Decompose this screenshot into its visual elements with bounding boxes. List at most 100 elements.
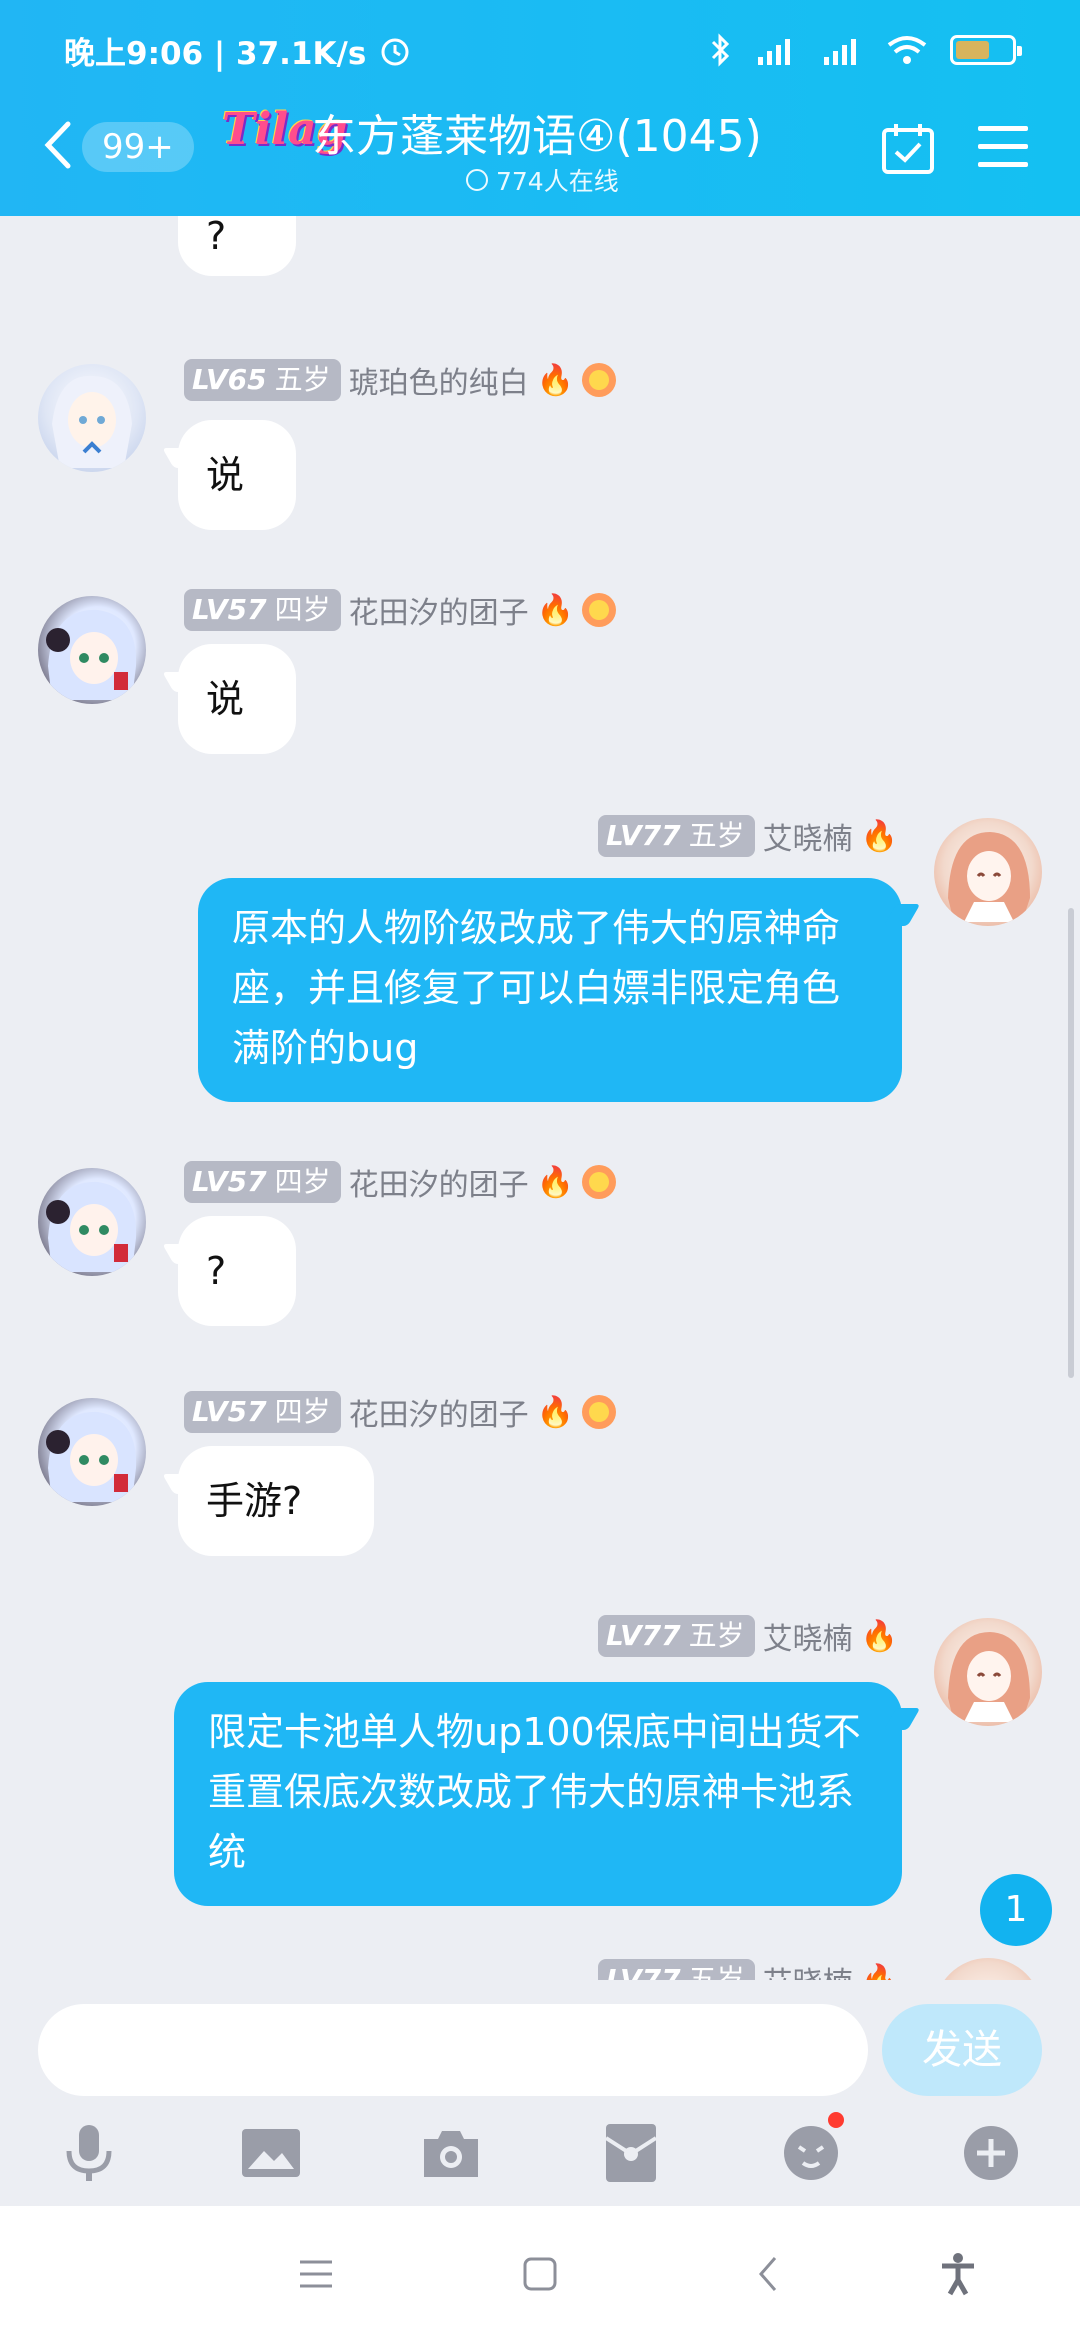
- message-bubble[interactable]: 说: [178, 420, 296, 530]
- avatar[interactable]: [934, 818, 1042, 926]
- status-time-speed: 晚上9:06 | 37.1K/s: [64, 35, 367, 72]
- sender-name[interactable]: 艾晓楠: [763, 814, 853, 858]
- message-bubble[interactable]: 手游?: [178, 1446, 374, 1556]
- avatar-image: [948, 1632, 1030, 1722]
- message-item: LV77 五岁 艾晓楠 🔥 原本的人物阶级改成了伟大的原神命座，并且修复了可以白嫖…: [0, 798, 1080, 1118]
- message-bubble[interactable]: 原本的人物阶级改成了伟大的原神命座，并且修复了可以白嫖非限定角色满阶的bug: [198, 878, 902, 1102]
- level-badge: LV77 五岁: [598, 1959, 755, 1980]
- message-text: 说: [206, 453, 245, 497]
- new-message-badge[interactable]: 1: [980, 1874, 1052, 1946]
- avatar[interactable]: [38, 596, 146, 704]
- message-bubble[interactable]: 说: [178, 644, 296, 754]
- image-icon[interactable]: [236, 2118, 306, 2188]
- avatar-image: [948, 832, 1030, 922]
- message-item: LV57 四岁 花田汐的团子 🔥 说: [0, 568, 1080, 768]
- smile-flower-icon: [582, 1165, 616, 1199]
- signal-icon: [758, 39, 790, 65]
- avatar[interactable]: [38, 1168, 146, 1276]
- sender-name[interactable]: 艾晓楠: [763, 1614, 853, 1658]
- sender-name[interactable]: 花田汐的团子: [349, 1160, 529, 1204]
- message-bubble[interactable]: 限定卡池单人物up100保底中间出货不重置保底次数改成了伟大的原神卡池系统: [174, 1682, 902, 1906]
- message-meta: LV57 四岁 花田汐的团子 🔥: [184, 588, 616, 632]
- message-text: 说: [206, 677, 245, 721]
- calendar-check-icon[interactable]: [880, 120, 936, 176]
- avatar[interactable]: [934, 1958, 1042, 1980]
- chat-header: 晚上9:06 | 37.1K/s 99+ Tilag 东方蓬莱物语④(1045)…: [0, 0, 1080, 216]
- sender-name[interactable]: 花田汐的团子: [349, 588, 529, 632]
- fire-icon: 🔥: [536, 1394, 574, 1430]
- avatar-image: [46, 609, 137, 700]
- signal-icon: [824, 39, 856, 65]
- message-item: LV77五岁 艾晓楠 🔥: [0, 1942, 1080, 1980]
- message-text: ?: [206, 216, 227, 258]
- message-text: 手游?: [206, 1479, 303, 1523]
- scrollbar[interactable]: [1068, 908, 1074, 1378]
- send-button[interactable]: 发送: [882, 2004, 1042, 2096]
- alarm-icon: [381, 38, 409, 66]
- menu-icon[interactable]: [978, 126, 1028, 172]
- avatar[interactable]: [934, 1618, 1042, 1726]
- message-meta: LV57 四岁 花田汐的团子 🔥: [184, 1390, 616, 1434]
- accessibility-icon[interactable]: [928, 2244, 988, 2304]
- fire-icon: 🔥: [536, 362, 574, 398]
- message-meta: LV57 四岁 花田汐的团子 🔥: [184, 1160, 616, 1204]
- smile-flower-icon: [582, 593, 616, 627]
- message-meta: LV77五岁 艾晓楠 🔥: [598, 814, 898, 858]
- red-packet-icon[interactable]: [596, 2118, 666, 2188]
- level-badge: LV77 五岁: [598, 815, 755, 857]
- fire-icon: 🔥: [860, 1618, 898, 1654]
- back-icon[interactable]: [738, 2244, 798, 2304]
- message-text: 原本的人物阶级改成了伟大的原神命座，并且修复了可以白嫖非限定角色满阶的bug: [232, 906, 841, 1070]
- sender-name[interactable]: 琥珀色的纯白: [349, 358, 529, 402]
- message-item: ?: [0, 216, 1080, 296]
- home-icon[interactable]: [510, 2244, 570, 2304]
- avatar-image: [46, 1411, 137, 1502]
- system-nav-bar: [0, 2206, 1080, 2340]
- fire-icon: 🔥: [860, 1962, 898, 1981]
- message-item: LV65 五岁 琥珀色的纯白 🔥 说: [0, 344, 1080, 544]
- input-bar: 发送: [0, 1980, 1080, 2206]
- nav-bar: 99+ Tilag 东方蓬莱物语④(1045) 774人在线: [0, 96, 1080, 206]
- fire-icon: 🔥: [860, 818, 898, 854]
- toolbar: [0, 2112, 1080, 2198]
- smile-flower-icon: [582, 1395, 616, 1429]
- camera-icon[interactable]: [416, 2118, 486, 2188]
- online-count-label: 774人在线: [496, 167, 619, 196]
- notification-dot: [828, 2112, 844, 2128]
- sender-name[interactable]: 花田汐的团子: [349, 1390, 529, 1434]
- unread-badge[interactable]: 99+: [82, 122, 194, 172]
- plus-icon[interactable]: [956, 2118, 1026, 2188]
- battery-icon: [950, 35, 1022, 65]
- avatar[interactable]: [38, 1398, 146, 1506]
- avatar[interactable]: [38, 364, 146, 472]
- message-bubble[interactable]: ?: [178, 1216, 296, 1326]
- microphone-icon[interactable]: [54, 2118, 124, 2188]
- message-list[interactable]: ? LV65 五岁 琥珀色的纯白 🔥 说 LV57 四岁 花田汐的团子 🔥 说 …: [0, 216, 1080, 1980]
- emoji-icon[interactable]: [776, 2112, 846, 2188]
- smile-flower-icon: [582, 363, 616, 397]
- status-bar: 晚上9:06 | 37.1K/s: [64, 28, 1022, 72]
- level-badge: LV65 五岁: [184, 359, 341, 401]
- message-meta: LV65 五岁 琥珀色的纯白 🔥: [184, 358, 616, 402]
- message-bubble[interactable]: ?: [178, 216, 296, 276]
- avatar-image: [46, 1181, 137, 1272]
- sender-name[interactable]: 艾晓楠: [763, 1958, 853, 1980]
- avatar-image: [52, 375, 132, 468]
- fire-icon: 🔥: [536, 1164, 574, 1200]
- message-text: ?: [206, 1249, 227, 1293]
- level-badge: LV57 四岁: [184, 1391, 341, 1433]
- back-arrow-icon[interactable]: [38, 120, 78, 170]
- message-text: 限定卡池单人物up100保底中间出货不重置保底次数改成了伟大的原神卡池系统: [208, 1710, 861, 1874]
- level-badge: LV57 四岁: [184, 589, 341, 631]
- level-badge: LV57 四岁: [184, 1161, 341, 1203]
- recent-apps-icon[interactable]: [286, 2244, 346, 2304]
- level-badge: LV77 五岁: [598, 1615, 755, 1657]
- wifi-icon: [887, 36, 927, 64]
- message-input[interactable]: [38, 2004, 868, 2096]
- message-item: LV57 四岁 花田汐的团子 🔥 ?: [0, 1140, 1080, 1340]
- fire-icon: 🔥: [536, 592, 574, 628]
- group-title[interactable]: 东方蓬莱物语④(1045): [312, 100, 762, 164]
- bluetooth-icon: [711, 33, 730, 67]
- message-item: LV57 四岁 花田汐的团子 🔥 手游?: [0, 1370, 1080, 1570]
- online-count[interactable]: 774人在线: [466, 162, 619, 198]
